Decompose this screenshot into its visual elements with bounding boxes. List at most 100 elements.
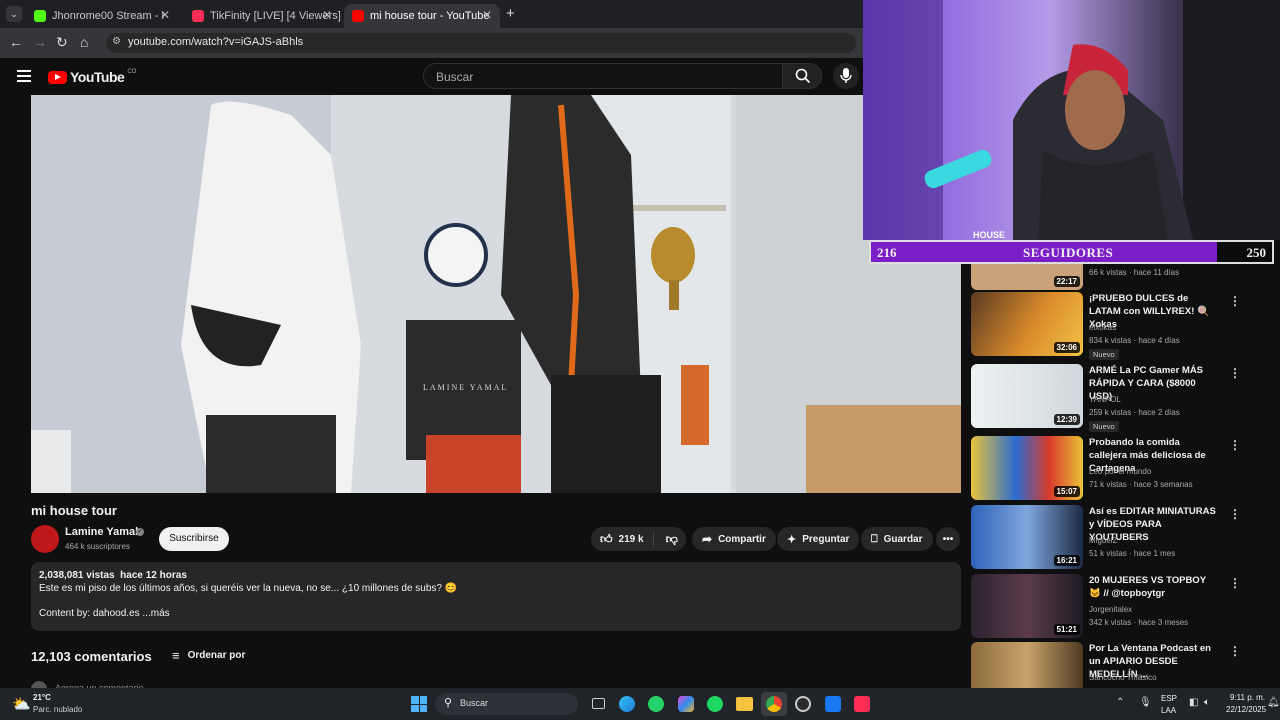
new-tab-icon[interactable]: + bbox=[506, 5, 515, 22]
site-info-icon[interactable]: ⚙ bbox=[112, 36, 121, 47]
facebook-icon[interactable] bbox=[825, 696, 841, 712]
more-vertical-icon[interactable]: ⋮ bbox=[1229, 366, 1241, 380]
channel-name[interactable]: Sancocho Trifásico bbox=[1089, 673, 1157, 682]
tray-mic-icon[interactable]: 🎙︎ bbox=[1139, 697, 1152, 708]
edge-icon[interactable] bbox=[619, 696, 635, 712]
share-label: Compartir bbox=[718, 533, 766, 545]
task-view-icon[interactable] bbox=[592, 698, 605, 709]
search-input[interactable]: Buscar bbox=[423, 63, 783, 89]
spotify-icon[interactable] bbox=[707, 696, 723, 712]
tab-tikfinity[interactable]: TikFinity [LIVE] [4 Viewers] ✕ bbox=[184, 4, 341, 28]
menu-icon[interactable] bbox=[17, 70, 31, 82]
video-thumbnail[interactable]: 16:21 bbox=[971, 505, 1083, 569]
copilot-icon[interactable] bbox=[678, 696, 694, 712]
notifications-icon[interactable]: 🔔︎ bbox=[1267, 697, 1280, 708]
chrome-icon[interactable] bbox=[761, 692, 787, 716]
video-thumbnail[interactable]: 32:06 bbox=[971, 292, 1083, 356]
channel-name[interactable]: Jorgenitalex bbox=[1089, 605, 1132, 614]
like-dislike-group: 👍︎ 219 k 👎︎ bbox=[591, 527, 686, 551]
recommendation-item[interactable]: 16:21 Así es EDITAR MINIATURAS y VÍDEOS … bbox=[971, 505, 1261, 569]
url-field[interactable]: ⚙ youtube.com/watch?v=iGAJS-aBhls bbox=[106, 33, 856, 53]
back-icon[interactable]: ← bbox=[9, 34, 23, 50]
webcam-label: HOUSE bbox=[973, 230, 1006, 240]
sort-label: Ordenar por bbox=[187, 650, 246, 661]
new-badge: Nuevo bbox=[1089, 421, 1119, 432]
sort-comments-button[interactable]: ≡ Ordenar por bbox=[172, 648, 245, 663]
url-text: youtube.com/watch?v=iGAJS-aBhls bbox=[128, 36, 304, 48]
tab-kick[interactable]: Jhonrome00 Stream - Kick Da ✕ bbox=[26, 4, 178, 28]
video-thumbnail[interactable]: 22:17 bbox=[971, 264, 1083, 290]
video-thumbnail[interactable]: 12:39 bbox=[971, 364, 1083, 428]
whatsapp-icon[interactable] bbox=[648, 696, 664, 712]
video-duration: 22:17 bbox=[1053, 276, 1080, 287]
video-duration: 12:39 bbox=[1053, 414, 1080, 425]
video-title[interactable]: 20 MUJERES VS TOPBOY 🐱 // @topboytgr bbox=[1089, 574, 1219, 600]
recommendation-item[interactable]: Por La Ventana Podcast en un APIARIO DES… bbox=[971, 642, 1261, 688]
windows-start-icon[interactable] bbox=[411, 696, 427, 712]
close-tab-icon[interactable]: ✕ bbox=[322, 8, 332, 22]
tab-youtube[interactable]: mi house tour - YouTube ✕ bbox=[344, 4, 500, 28]
content-credit[interactable]: Content by: dahood.es ...más bbox=[39, 608, 953, 619]
video-meta: 259 k vistas · hace 2 días bbox=[1089, 408, 1180, 417]
channel-name[interactable]: elxokas bbox=[1089, 323, 1116, 332]
close-tab-icon[interactable]: ✕ bbox=[482, 8, 492, 22]
goal-target: 250 bbox=[1246, 245, 1267, 260]
description-box[interactable]: 2,038,081 vistas hace 12 horas Este es m… bbox=[31, 562, 961, 631]
more-actions-button[interactable]: ••• bbox=[936, 527, 960, 551]
video-duration: 15:07 bbox=[1053, 486, 1080, 497]
file-explorer-icon[interactable] bbox=[736, 697, 753, 711]
youtube-logo[interactable]: YouTube CO bbox=[48, 69, 136, 85]
tray-chevron-icon[interactable]: ⌃ bbox=[1116, 697, 1124, 708]
goal-current: 216 bbox=[877, 245, 897, 260]
video-thumbnail[interactable]: 51:21 bbox=[971, 574, 1083, 638]
volume-icon[interactable]: 🔈︎ bbox=[1204, 697, 1210, 708]
ask-button[interactable]: ✦ Preguntar bbox=[777, 527, 860, 551]
voice-search-button[interactable] bbox=[833, 63, 859, 89]
recommendation-item[interactable]: 22:17 66 k vistas · hace 11 días bbox=[971, 264, 1261, 290]
microphone-icon bbox=[840, 68, 852, 83]
obs-icon[interactable] bbox=[795, 696, 811, 712]
tab-search-chevron-icon[interactable]: ⌄ bbox=[6, 6, 22, 22]
thumbs-down-icon: 👎︎ bbox=[665, 531, 678, 546]
close-tab-icon[interactable]: ✕ bbox=[160, 8, 170, 22]
tiktok-icon[interactable] bbox=[854, 696, 870, 712]
weather-icon[interactable]: ⛅ bbox=[12, 695, 31, 713]
video-meta: 834 k vistas · hace 4 días bbox=[1089, 336, 1180, 345]
search-button[interactable] bbox=[782, 63, 822, 89]
view-stats: 2,038,081 vistas hace 12 horas bbox=[39, 570, 187, 581]
keyboard-layout[interactable]: LAA bbox=[1161, 706, 1176, 715]
taskbar-search[interactable]: ⚲ Buscar bbox=[435, 693, 578, 715]
channel-name[interactable]: MiguelZ bbox=[1089, 536, 1117, 545]
dislike-button[interactable]: 👎︎ bbox=[660, 532, 678, 547]
network-icon[interactable]: ◧ bbox=[1189, 697, 1198, 708]
channel-name[interactable]: YANPOL bbox=[1089, 395, 1121, 404]
more-vertical-icon[interactable]: ⋮ bbox=[1229, 438, 1241, 452]
more-vertical-icon[interactable]: ⋮ bbox=[1229, 507, 1241, 521]
recommendation-item[interactable]: 32:06 ¡PRUEBO DULCES de LATAM con WILLYR… bbox=[971, 292, 1261, 360]
more-vertical-icon[interactable]: ⋮ bbox=[1229, 644, 1241, 658]
share-icon: ➦ bbox=[702, 532, 713, 546]
more-vertical-icon[interactable]: ⋮ bbox=[1229, 576, 1241, 590]
subscribe-button[interactable]: Suscribirse bbox=[159, 527, 229, 551]
channel-avatar[interactable] bbox=[31, 525, 59, 553]
recommendation-item[interactable]: 12:39 ARMÉ La PC Gamer MÁS RÁPIDA Y CARA… bbox=[971, 364, 1261, 432]
video-meta: 71 k vistas · hace 3 semanas bbox=[1089, 480, 1193, 489]
channel-name[interactable]: Lamine Yamal bbox=[65, 526, 138, 538]
language-code[interactable]: ESP bbox=[1161, 694, 1177, 703]
clock-date[interactable]: 22/12/2025 bbox=[1226, 705, 1266, 714]
video-thumbnail[interactable]: 15:07 bbox=[971, 436, 1083, 500]
clock-time[interactable]: 9:11 p. m. bbox=[1230, 693, 1265, 702]
save-button[interactable]: ⎕ Guardar bbox=[861, 527, 933, 551]
home-icon[interactable]: ⌂ bbox=[80, 34, 88, 50]
channel-name[interactable]: Leo por el mundo bbox=[1089, 467, 1151, 476]
like-button[interactable]: 👍︎ 219 k bbox=[591, 531, 654, 547]
reload-icon[interactable]: ↻ bbox=[56, 34, 68, 51]
more-vertical-icon[interactable]: ⋮ bbox=[1229, 294, 1241, 308]
video-thumbnail[interactable] bbox=[971, 642, 1083, 688]
youtube-play-icon bbox=[48, 70, 67, 84]
recommendation-item[interactable]: 51:21 20 MUJERES VS TOPBOY 🐱 // @topboyt… bbox=[971, 574, 1261, 638]
forward-icon[interactable]: → bbox=[33, 34, 47, 50]
share-button[interactable]: ➦ Compartir bbox=[692, 527, 776, 551]
video-player[interactable]: LAMINE YAMAL bbox=[31, 95, 961, 493]
recommendation-item[interactable]: 15:07 Probando la comida callejera más d… bbox=[971, 436, 1261, 500]
